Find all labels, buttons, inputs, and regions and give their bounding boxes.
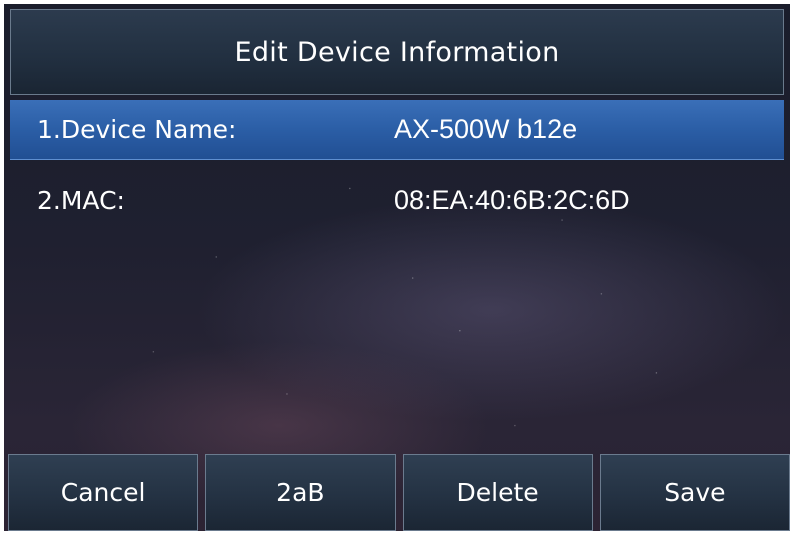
mac-value: 08:EA:40:6B:2C:6D — [394, 184, 630, 215]
title-bar: Edit Device Information — [10, 9, 784, 95]
field-list: 1.Device Name: AX-500W b12e 2.MAC: 08:EA… — [10, 100, 784, 230]
phone-screen: Edit Device Information 1.Device Name: A… — [4, 4, 790, 531]
device-name-input[interactable]: AX-500W b12e — [394, 114, 577, 145]
page-title: Edit Device Information — [234, 36, 560, 68]
input-mode-button[interactable]: 2aB — [205, 454, 396, 531]
device-name-label: 1.Device Name: — [37, 115, 237, 144]
mac-label: 2.MAC: — [37, 185, 125, 215]
delete-button[interactable]: Delete — [402, 454, 593, 531]
cancel-button[interactable]: Cancel — [8, 454, 199, 531]
softkey-bar: Cancel 2aB Delete Save — [8, 454, 790, 531]
field-row-device-name[interactable]: 1.Device Name: AX-500W b12e — [10, 100, 784, 160]
field-row-mac[interactable]: 2.MAC: 08:EA:40:6B:2C:6D — [10, 170, 784, 230]
save-button[interactable]: Save — [599, 454, 790, 531]
